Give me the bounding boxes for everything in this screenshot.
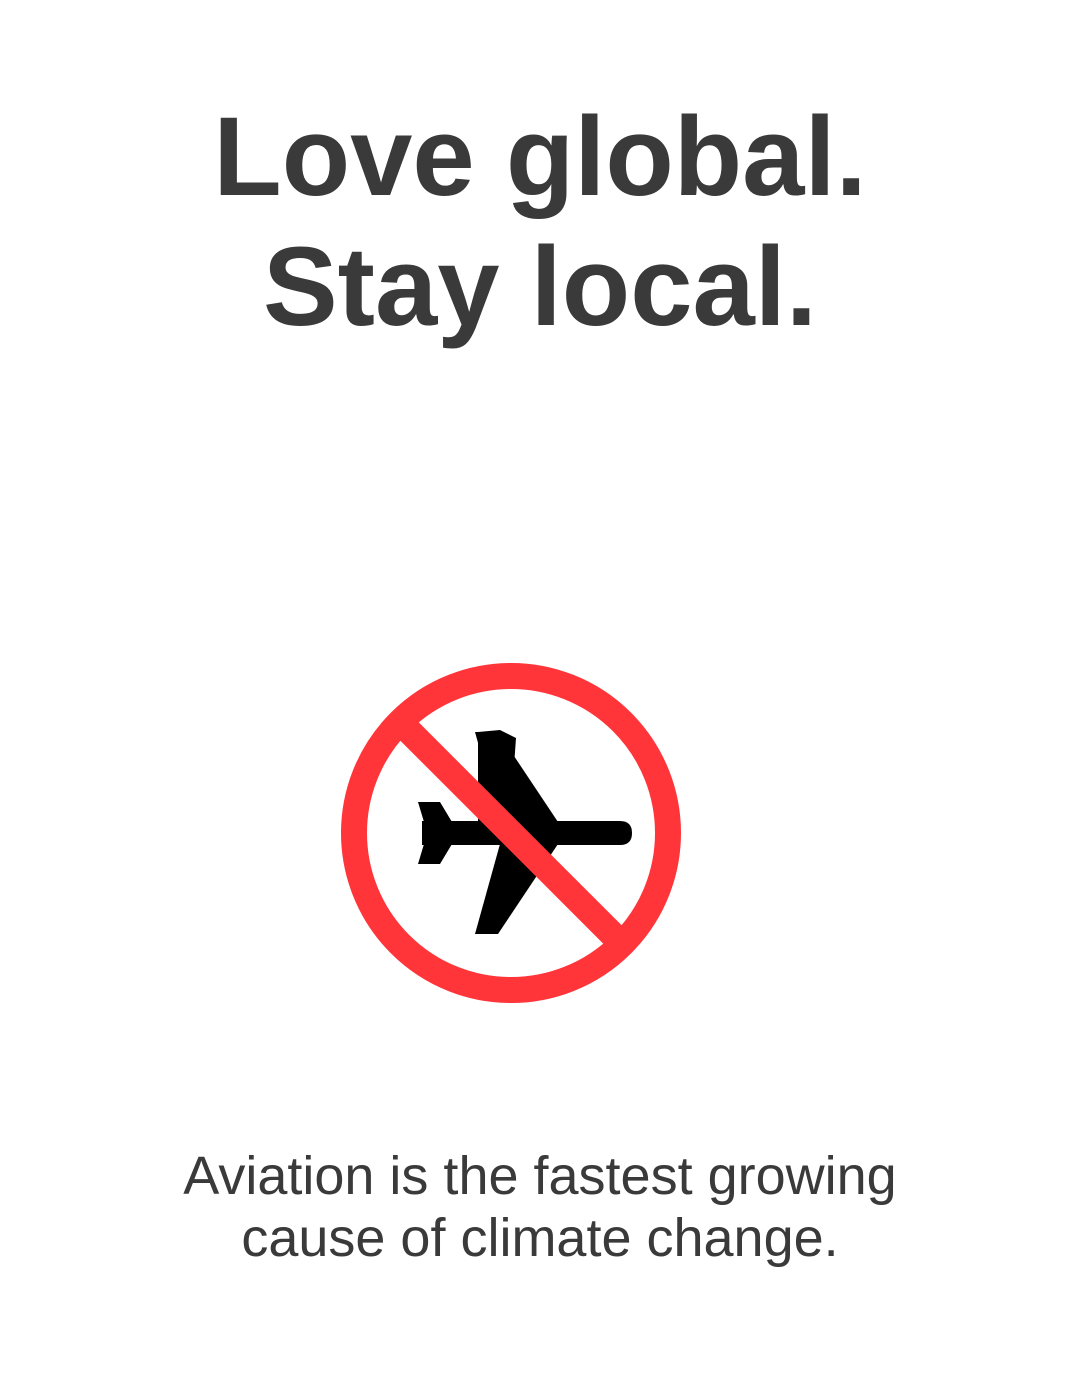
no-flying-icon xyxy=(340,662,682,1004)
caption: Aviation is the fastest growing cause of… xyxy=(0,1145,1080,1269)
no-flying-sign-graphic xyxy=(341,663,681,1003)
poster: Love global. Stay local. Aviation is the… xyxy=(0,0,1080,1398)
headline: Love global. Stay local. xyxy=(0,92,1080,352)
headline-line-2: Stay local. xyxy=(262,224,818,349)
caption-line-1: Aviation is the fastest growing xyxy=(183,1146,897,1206)
caption-line-2: cause of climate change. xyxy=(241,1208,839,1268)
headline-line-1: Love global. xyxy=(213,94,867,219)
